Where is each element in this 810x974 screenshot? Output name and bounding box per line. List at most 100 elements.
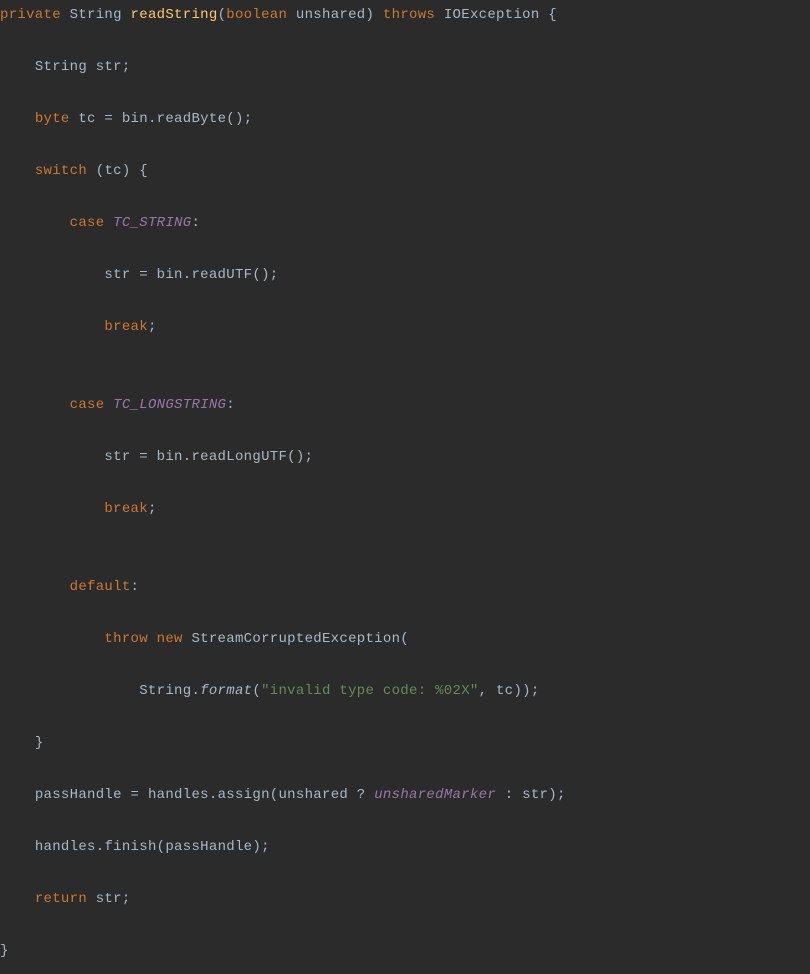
parens: ()	[226, 111, 243, 127]
paren-close: )	[252, 839, 261, 855]
code-line: throw new StreamCorruptedException(	[0, 626, 810, 652]
semicolon: ;	[244, 111, 253, 127]
colon: :	[191, 215, 200, 231]
keyword-throws: throws	[383, 7, 435, 23]
const-unsharedmarker: unsharedMarker	[374, 787, 496, 803]
space	[148, 631, 157, 647]
space	[104, 397, 113, 413]
code-line: private String readString(boolean unshar…	[0, 2, 810, 28]
semicolon: ;	[270, 267, 279, 283]
paren-open: (	[252, 683, 261, 699]
class-string: String	[139, 683, 191, 699]
ident-handles: handles	[35, 839, 96, 855]
indent	[0, 839, 35, 855]
semicolon: ;	[148, 501, 157, 517]
keyword-case: case	[70, 397, 105, 413]
brace-open: {	[548, 7, 557, 23]
paren-open: (	[400, 631, 409, 647]
ident-bin: bin	[157, 449, 183, 465]
const-tc-string: TC_STRING	[113, 215, 191, 231]
keyword-throw: throw	[104, 631, 148, 647]
indent	[0, 111, 35, 127]
indent	[0, 891, 35, 907]
equals: =	[131, 267, 157, 283]
brace-close: }	[35, 735, 44, 751]
equals: =	[122, 787, 148, 803]
semicolon: ;	[122, 59, 131, 75]
code-line: case TC_STRING:	[0, 210, 810, 236]
ident-passhandle: passHandle	[165, 839, 252, 855]
keyword-case: case	[70, 215, 105, 231]
code-line: str = bin.readLongUTF();	[0, 444, 810, 470]
keyword-break: break	[104, 501, 148, 517]
ident-str: str	[104, 267, 130, 283]
ident-tc: tc	[104, 163, 121, 179]
code-line: String str;	[0, 54, 810, 80]
ident-str: str	[104, 449, 130, 465]
method-name: readString	[131, 7, 218, 23]
call-readlongutf: readLongUTF	[191, 449, 287, 465]
code-line: byte tc = bin.readByte();	[0, 106, 810, 132]
indent	[0, 631, 104, 647]
brace-close: }	[0, 943, 9, 959]
ident-handles: handles	[148, 787, 209, 803]
code-line: switch (tc) {	[0, 158, 810, 184]
ternary-colon: :	[496, 787, 522, 803]
type-string: String	[35, 59, 87, 75]
call-format: format	[200, 683, 252, 699]
paren-open: (	[218, 7, 227, 23]
equals: =	[96, 111, 122, 127]
paren-close: ))	[513, 683, 530, 699]
indent	[0, 735, 35, 751]
paren-open: (	[270, 787, 279, 803]
parens: ()	[252, 267, 269, 283]
paren-close: )	[548, 787, 557, 803]
space	[104, 215, 113, 231]
call-assign: assign	[218, 787, 270, 803]
indent	[0, 683, 139, 699]
ident-tc: tc	[78, 111, 95, 127]
semicolon: ;	[148, 319, 157, 335]
indent	[0, 397, 70, 413]
const-tc-longstring: TC_LONGSTRING	[113, 397, 226, 413]
indent	[0, 163, 35, 179]
code-line: }	[0, 938, 810, 964]
code-line: String.format("invalid type code: %02X",…	[0, 678, 810, 704]
keyword-default: default	[70, 579, 131, 595]
code-line: case TC_LONGSTRING:	[0, 392, 810, 418]
class-streamcorruptedexception: StreamCorruptedException	[191, 631, 400, 647]
code-block: private String readString(boolean unshar…	[0, 0, 810, 974]
semicolon: ;	[305, 449, 314, 465]
semicolon: ;	[557, 787, 566, 803]
keyword-new: new	[157, 631, 183, 647]
colon: :	[131, 579, 140, 595]
indent	[0, 59, 35, 75]
dot: .	[148, 111, 157, 127]
ident-unshared: unshared	[278, 787, 348, 803]
ident-str: str	[96, 891, 122, 907]
ident-bin: bin	[122, 111, 148, 127]
call-readutf: readUTF	[191, 267, 252, 283]
call-finish: finish	[104, 839, 156, 855]
ident-bin: bin	[157, 267, 183, 283]
equals: =	[131, 449, 157, 465]
indent	[0, 215, 70, 231]
ident-tc: tc	[496, 683, 513, 699]
indent	[0, 501, 104, 517]
dot: .	[191, 683, 200, 699]
param-unshared: unshared	[296, 7, 366, 23]
string-literal: "invalid type code: %02X"	[261, 683, 479, 699]
paren-close: )	[122, 163, 131, 179]
keyword-byte: byte	[35, 111, 70, 127]
exception-type: IOException	[444, 7, 540, 23]
ident-str: str	[96, 59, 122, 75]
code-line: }	[0, 730, 810, 756]
call-readbyte: readByte	[157, 111, 227, 127]
keyword-switch: switch	[35, 163, 87, 179]
keyword-private: private	[0, 7, 61, 23]
code-line: break;	[0, 314, 810, 340]
semicolon: ;	[261, 839, 270, 855]
code-line: passHandle = handles.assign(unshared ? u…	[0, 782, 810, 808]
keyword-break: break	[104, 319, 148, 335]
space	[87, 891, 96, 907]
